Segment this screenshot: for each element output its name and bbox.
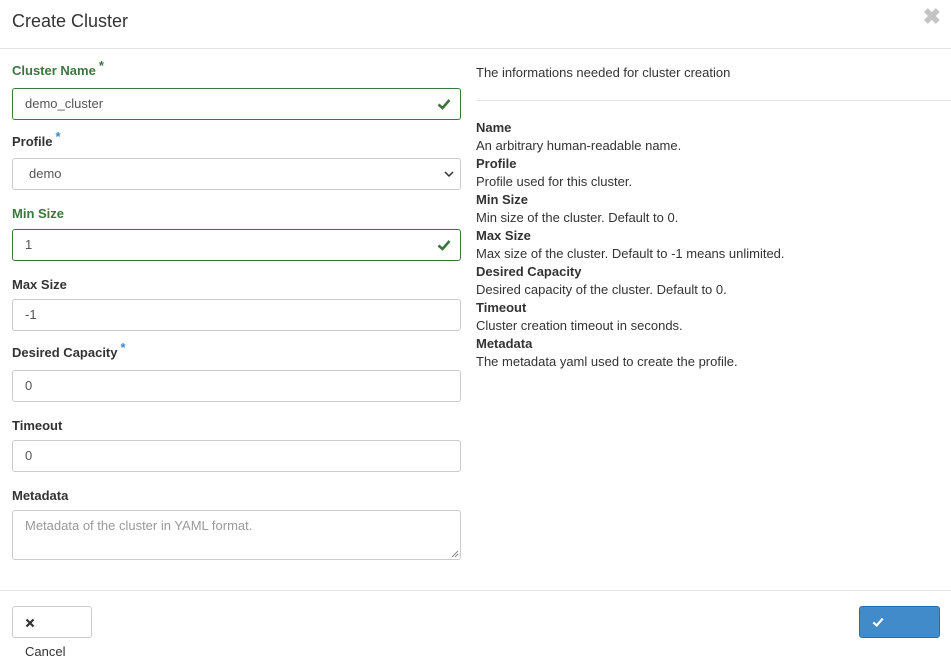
timeout-value: 0 <box>25 448 33 463</box>
cancel-button[interactable]: Cancel <box>12 606 92 659</box>
cluster-name-input[interactable]: demo_cluster <box>12 88 461 120</box>
help-term: Name <box>476 120 512 135</box>
cluster-name-value: demo_cluster <box>25 96 104 111</box>
help-desc: Desired capacity of the cluster. Default… <box>476 282 727 297</box>
profile-label: Profile * <box>12 129 61 149</box>
help-desc: An arbitrary human-readable name. <box>476 138 682 153</box>
close-icon <box>25 618 35 628</box>
create-label: Create <box>872 644 912 659</box>
help-desc: Max size of the cluster. Default to -1 m… <box>476 246 785 261</box>
help-desc: Cluster creation timeout in seconds. <box>476 318 683 333</box>
timeout-input[interactable]: 0 <box>12 440 461 472</box>
help-term: Metadata <box>476 336 533 351</box>
desired-capacity-label: Desired Capacity * <box>12 340 126 360</box>
profile-selected-value: demo <box>29 166 62 181</box>
required-marker: * <box>120 340 126 355</box>
chevron-down-icon <box>444 171 454 178</box>
check-icon <box>437 240 451 251</box>
min-size-input[interactable]: 1 <box>12 229 461 261</box>
help-term: Timeout <box>476 300 527 315</box>
min-size-value: 1 <box>25 237 33 252</box>
help-intro: The informations needed for cluster crea… <box>476 65 731 80</box>
metadata-label: Metadata <box>12 488 69 503</box>
check-icon <box>437 99 451 110</box>
help-term: Desired Capacity <box>476 264 582 279</box>
cluster-name-label: Cluster Name * <box>12 58 104 78</box>
timeout-label: Timeout <box>12 418 63 433</box>
help-term: Min Size <box>476 192 529 207</box>
help-desc: Profile used for this cluster. <box>476 174 633 189</box>
min-size-label: Min Size <box>12 206 65 221</box>
required-marker: * <box>55 129 61 144</box>
desired-capacity-value: 0 <box>25 378 33 393</box>
metadata-textarea[interactable]: Metadata of the cluster in YAML format. <box>12 510 461 560</box>
dialog-header: Create Cluster ✖ <box>0 0 951 49</box>
help-divider <box>476 100 951 101</box>
help-term: Max Size <box>476 228 531 243</box>
metadata-placeholder: Metadata of the cluster in YAML format. <box>25 518 253 533</box>
help-term: Profile <box>476 156 517 171</box>
profile-select[interactable]: demo <box>12 158 461 190</box>
close-icon[interactable]: ✖ <box>923 6 941 28</box>
cluster-name-label-text: Cluster Name <box>12 63 96 78</box>
resize-grip-icon[interactable] <box>451 550 459 558</box>
desired-capacity-input[interactable]: 0 <box>12 370 461 402</box>
profile-label-text: Profile <box>12 134 53 149</box>
dialog-title: Create Cluster <box>12 11 129 31</box>
help-desc: Min size of the cluster. Default to 0. <box>476 210 679 225</box>
max-size-value: -1 <box>25 307 37 322</box>
required-marker: * <box>98 58 104 73</box>
create-button[interactable]: Create <box>859 606 940 659</box>
help-desc: The metadata yaml used to create the pro… <box>476 354 738 369</box>
footer-divider <box>0 590 951 591</box>
cancel-label: Cancel <box>25 644 66 659</box>
desired-capacity-label-text: Desired Capacity <box>12 345 118 360</box>
max-size-label: Max Size <box>12 277 67 292</box>
check-icon <box>872 617 884 628</box>
max-size-input[interactable]: -1 <box>12 299 461 331</box>
help-list: Name An arbitrary human-readable name. P… <box>476 119 946 371</box>
